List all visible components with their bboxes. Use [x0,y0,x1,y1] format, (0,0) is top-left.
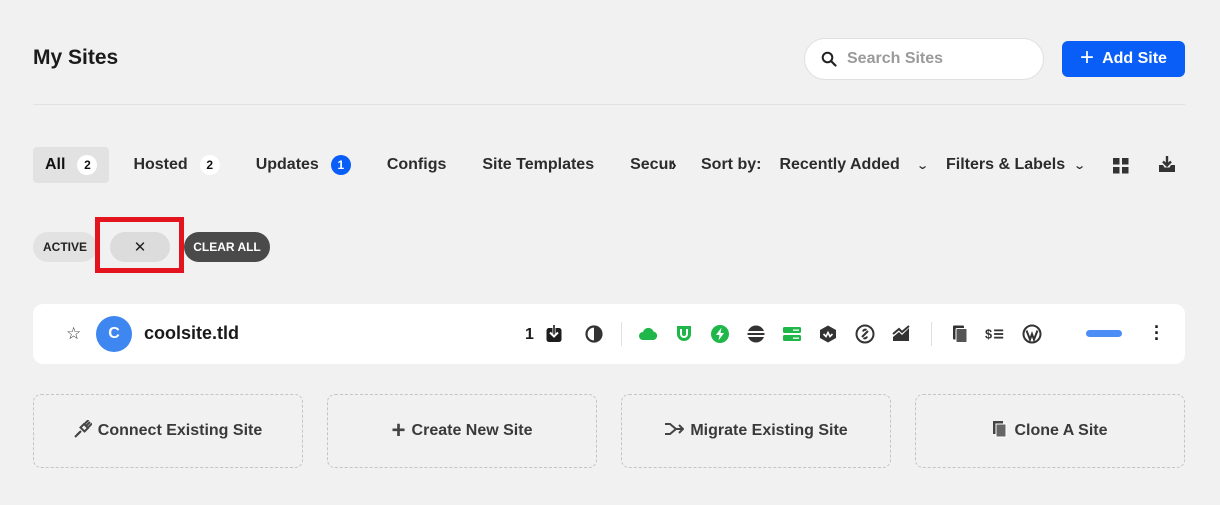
tab-hosted-label: Hosted [133,156,188,173]
updates-count: 1 [525,326,534,343]
tab-hosted[interactable]: Hosted 2 [121,147,231,183]
separator [931,322,932,346]
sort-value: Recently Added [779,156,900,173]
add-site-label: Add Site [1102,50,1167,67]
add-site-button[interactable]: + Add Site [1062,41,1185,77]
tab-updates-label: Updates [255,156,319,173]
grid-view-icon[interactable] [1113,158,1129,174]
avatar: C [96,316,132,352]
cube-icon[interactable] [818,324,838,344]
create-new-site-button[interactable]: + Create New Site [327,394,597,468]
plug-icon [74,418,93,443]
tabs-scroll-right-icon[interactable]: › [671,155,677,175]
site-name[interactable]: coolsite.tld [144,323,239,344]
billing-icon[interactable]: $ [985,324,1005,344]
svg-text:$: $ [985,327,992,342]
clone-site-button[interactable]: Clone A Site [915,394,1185,468]
tab-hosted-count: 2 [199,155,220,175]
filters-label: Filters & Labels [946,156,1066,173]
migrate-existing-site-button[interactable]: Migrate Existing Site [621,394,891,468]
tab-updates-count: 1 [330,155,351,175]
wordpress-icon[interactable] [1022,324,1042,344]
clear-all-button[interactable]: CLEAR ALL [184,232,270,262]
tab-configs-label: Configs [386,156,447,173]
favorite-star-icon[interactable]: ☆ [66,324,81,344]
sort-dropdown[interactable]: Sort by: Recently Added ⌄ [701,156,929,174]
download-icon[interactable] [544,324,564,344]
filter-chip-active: ACTIVE [33,232,97,262]
cloud-icon[interactable] [638,324,658,344]
copy-icon[interactable] [950,324,970,344]
clone-icon [992,420,1008,443]
tab-site-templates-label: Site Templates [482,156,595,173]
create-new-site-label: Create New Site [411,422,533,439]
clone-site-label: Clone A Site [1014,422,1108,439]
highlight-box [95,217,184,273]
link-icon[interactable] [855,324,875,344]
server-icon[interactable] [782,324,802,344]
connect-existing-site-label: Connect Existing Site [97,422,263,439]
database-icon[interactable] [746,324,766,344]
chevron-down-icon: ⌄ [915,159,929,172]
shield-icon[interactable] [674,324,694,344]
plus-icon: + [391,417,406,444]
separator [621,322,622,346]
tab-all[interactable]: All 2 [33,147,110,183]
plus-icon: + [1080,43,1095,71]
search-icon [821,51,837,67]
progress-indicator [1086,330,1122,337]
chevron-down-icon: ⌄ [1073,159,1087,172]
tab-security[interactable]: Securi [618,147,674,183]
migrate-existing-site-label: Migrate Existing Site [690,422,848,439]
more-options-icon[interactable]: · · · [1150,318,1164,348]
page-title: My Sites [33,46,119,69]
backup-icon[interactable] [584,324,604,344]
filters-labels-dropdown[interactable]: Filters & Labels ⌄ [946,156,1087,174]
tab-security-label: Securi [630,156,675,173]
header-divider [33,104,1185,105]
search-input[interactable] [847,50,1027,68]
tab-all-label: All [45,156,66,173]
analytics-icon[interactable] [891,324,911,344]
tab-site-templates[interactable]: Site Templates [470,147,606,183]
tab-all-count: 2 [77,155,98,175]
bolt-icon[interactable] [710,324,730,344]
connect-existing-site-button[interactable]: Connect Existing Site [33,394,303,468]
site-tabs: All 2 Hosted 2 Updates 1 Configs Site Te… [33,147,674,183]
tab-configs[interactable]: Configs [375,147,459,183]
search-box[interactable] [804,38,1044,80]
sort-label: Sort by: [701,156,762,173]
migrate-icon [664,421,685,442]
export-download-icon[interactable] [1158,155,1176,173]
tab-updates[interactable]: Updates 1 [244,147,363,183]
